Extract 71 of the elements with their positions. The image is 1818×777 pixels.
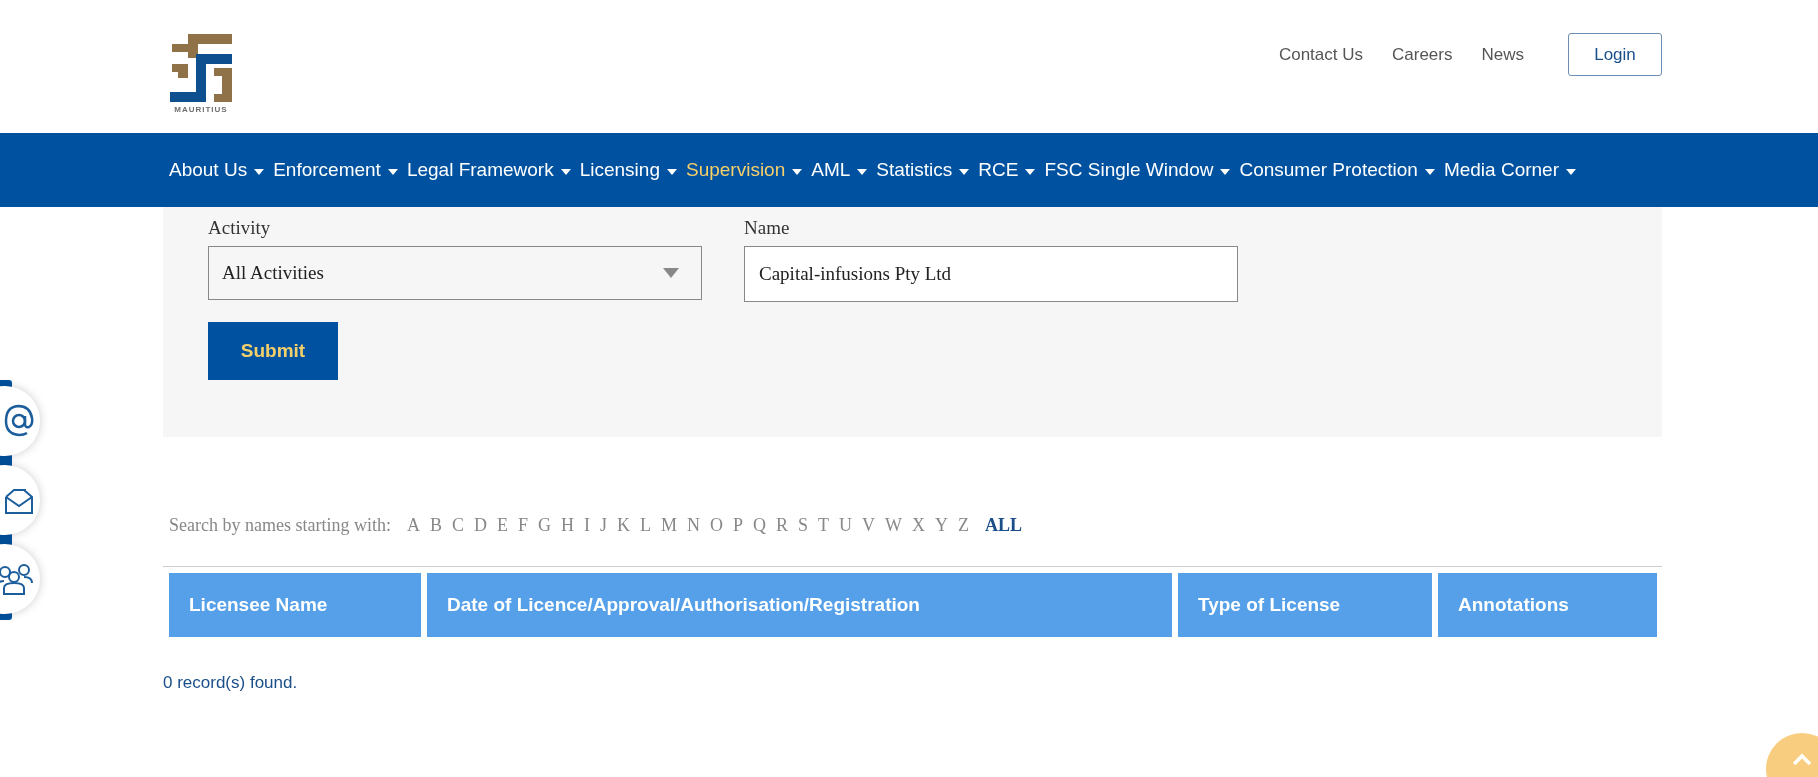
letter-link[interactable]: B — [429, 514, 442, 536]
letter-link[interactable]: F — [518, 514, 528, 536]
logo-text: MAURITIUS — [174, 105, 228, 114]
letter-link[interactable]: Z — [958, 514, 970, 536]
activity-dropdown[interactable]: All Activities — [208, 246, 702, 300]
letter-link[interactable]: Q — [753, 514, 767, 536]
letter-link[interactable]: O — [710, 514, 724, 536]
caret-icon — [857, 168, 868, 175]
name-input-field[interactable]: Capital-infusions Pty Ltd — [744, 246, 1238, 302]
record-count: 0 record(s) found. — [163, 673, 299, 693]
letter-link[interactable]: V — [862, 514, 876, 536]
header-link[interactable]: News — [1481, 44, 1524, 65]
chevron-up-icon — [1792, 753, 1812, 765]
caret-icon — [1566, 168, 1576, 175]
letter-link[interactable]: D — [474, 514, 487, 536]
nav-menu-item[interactable]: Media Corner — [1443, 159, 1576, 181]
letter-link[interactable]: I — [584, 514, 590, 536]
letter-link[interactable]: W — [885, 514, 903, 536]
caret-icon — [959, 168, 970, 175]
logo-mark-icon — [170, 34, 232, 102]
field-label: Name — [744, 216, 791, 240]
letter-link[interactable]: K — [617, 514, 630, 536]
nav-menu-item[interactable]: AML — [811, 159, 868, 181]
nav-menu-item[interactable]: Legal Framework — [406, 159, 571, 181]
nav-menu-item[interactable]: Supervision — [685, 159, 803, 181]
nav-menu-item[interactable]: Consumer Protection — [1239, 159, 1435, 181]
letter-link[interactable]: U — [839, 514, 853, 536]
nav-menu-item[interactable]: Statistics — [876, 159, 970, 181]
nav-menu-item[interactable]: FSC Single Window — [1044, 159, 1231, 181]
letter-link[interactable]: Y — [935, 514, 949, 536]
nav-menu-item[interactable]: Licensing — [579, 159, 677, 181]
nav-menu-item[interactable]: About Us — [169, 159, 265, 181]
nav-menu-item[interactable]: RCE — [978, 159, 1036, 181]
column-header: Annotations — [1438, 573, 1657, 637]
caret-icon — [387, 168, 398, 175]
letter-link[interactable]: M — [661, 514, 678, 536]
letter-link[interactable]: H — [561, 514, 574, 536]
letter-link[interactable]: X — [912, 514, 926, 536]
letter-link[interactable]: J — [600, 514, 607, 536]
letter-link[interactable]: G — [538, 514, 551, 536]
caret-icon — [560, 168, 571, 175]
people-icon — [0, 563, 34, 595]
dropdown-arrow-icon — [663, 268, 679, 278]
letter-link[interactable]: A — [406, 514, 420, 536]
at-sign-icon — [4, 404, 34, 438]
letter-link[interactable]: N — [687, 514, 701, 536]
caret-icon — [254, 168, 265, 175]
caret-icon — [1025, 168, 1036, 175]
letter-link[interactable]: ALL — [985, 514, 1023, 536]
logo[interactable]: MAURITIUS — [168, 34, 234, 114]
letter-link[interactable]: S — [798, 514, 809, 536]
header-link[interactable]: Contact Us — [1278, 44, 1363, 65]
caret-icon — [792, 168, 803, 175]
alphabet-label: Search by names starting with: — [169, 514, 391, 536]
header-link[interactable]: Careers — [1392, 44, 1453, 65]
caret-icon — [666, 168, 677, 175]
letter-link[interactable]: T — [818, 514, 830, 536]
letter-link[interactable]: C — [451, 514, 464, 536]
column-header: Type of License — [1178, 573, 1432, 637]
letter-link[interactable]: P — [733, 514, 744, 536]
column-header: Licensee Name — [169, 573, 421, 637]
caret-icon — [1220, 168, 1231, 175]
field-label: Activity — [208, 216, 272, 240]
caret-icon — [1424, 168, 1435, 175]
column-header: Date of Licence/Approval/Authorisation/Registration — [427, 573, 1172, 637]
letter-link[interactable]: R — [776, 514, 789, 536]
nav-menu-item[interactable]: Enforcement — [273, 159, 398, 181]
submit-button[interactable]: Submit — [208, 322, 338, 380]
letter-link[interactable]: E — [497, 514, 508, 536]
login-button[interactable]: Login — [1568, 33, 1662, 76]
letter-link[interactable]: L — [640, 514, 651, 536]
